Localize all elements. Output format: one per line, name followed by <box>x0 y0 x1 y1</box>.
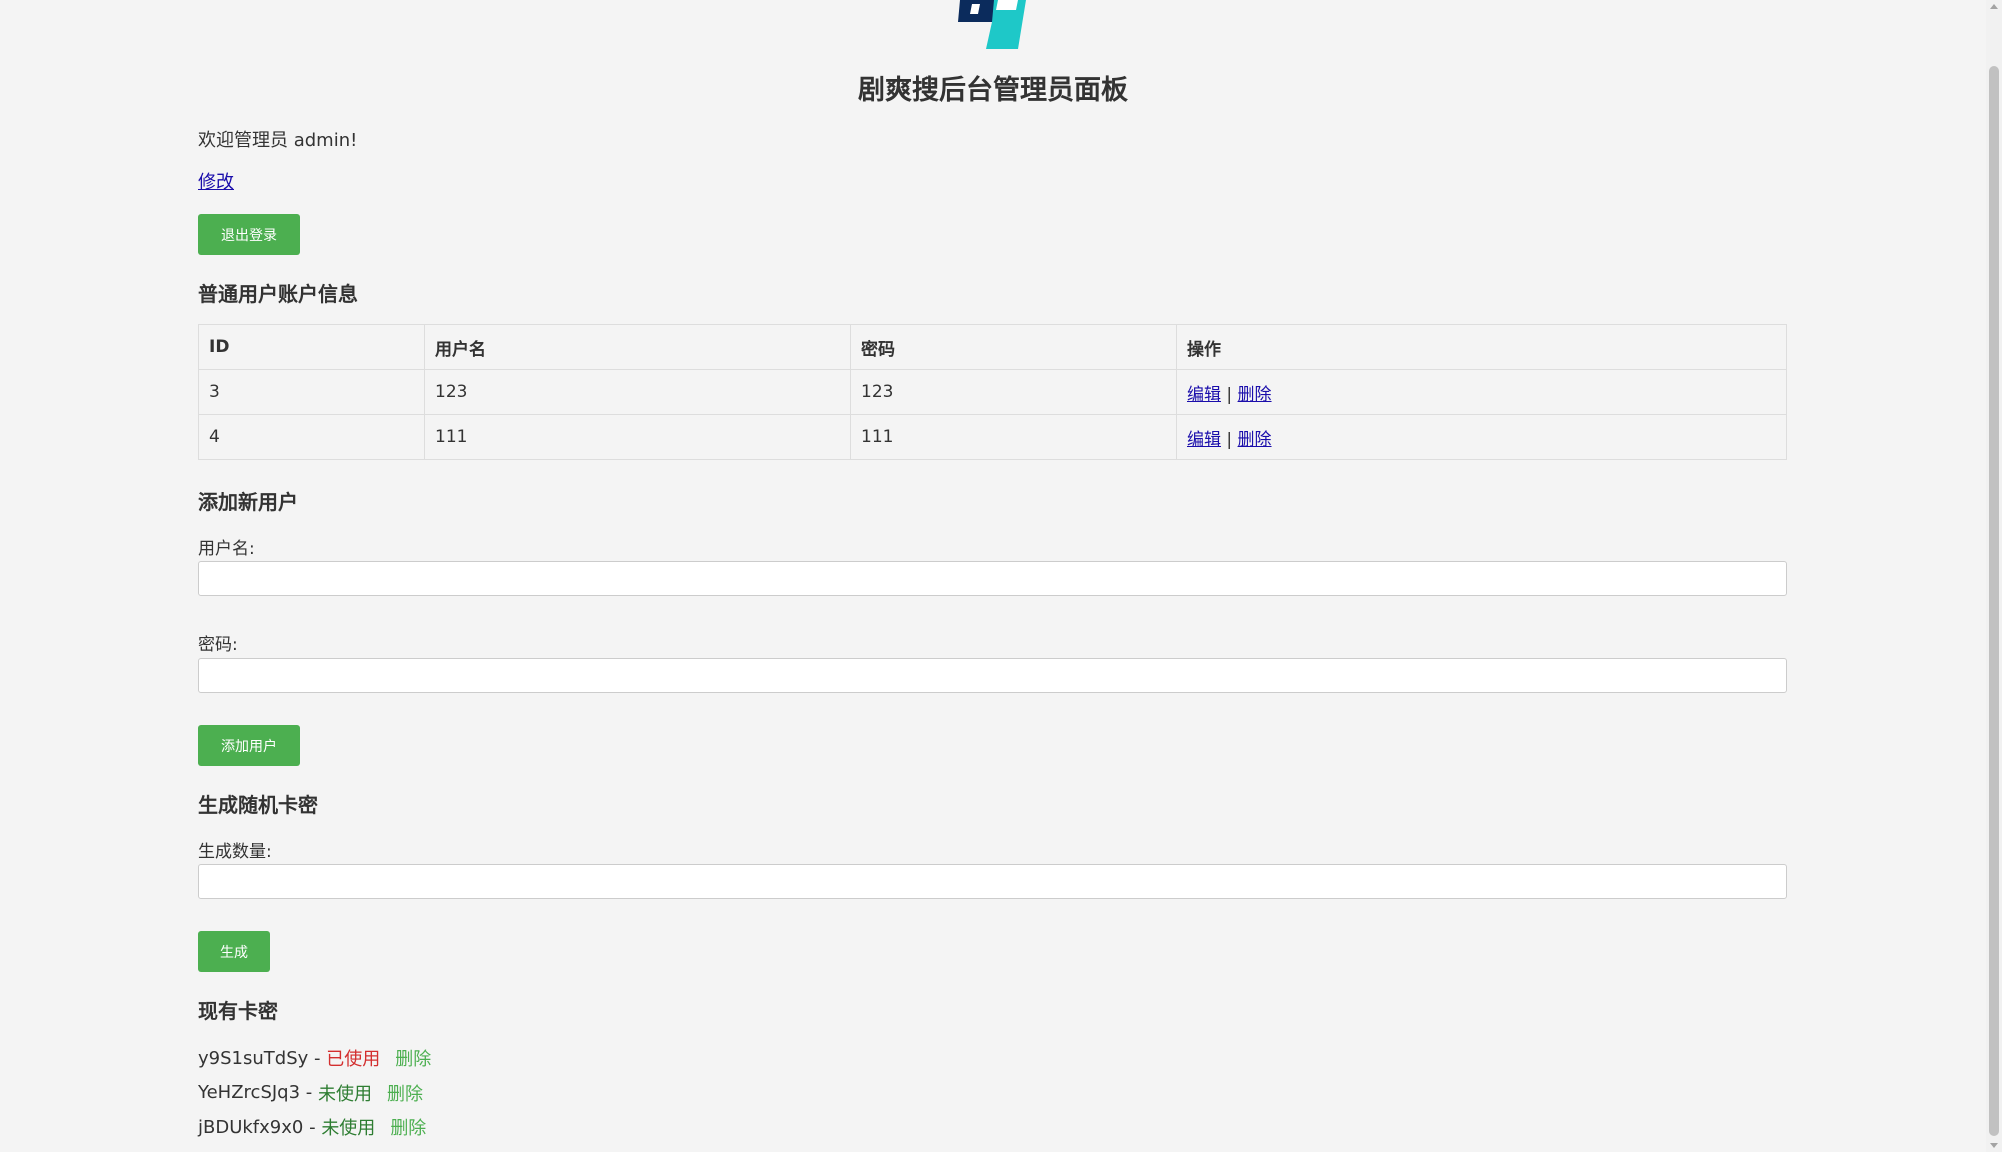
delete-user-link[interactable]: 删除 <box>1238 385 1272 405</box>
cell-id: 4 <box>198 414 425 460</box>
column-header-password: 密码 <box>850 324 1177 370</box>
generate-button[interactable]: 生成 <box>198 931 270 972</box>
card-code: YeHZrcSJq3 <box>198 1082 301 1104</box>
scroll-down-arrow-icon[interactable] <box>1990 1143 1998 1148</box>
column-header-actions: 操作 <box>1176 324 1787 370</box>
delete-card-link[interactable]: 删除 <box>390 1114 426 1140</box>
table-row: 4 111 111 编辑 | 删除 <box>198 414 1787 460</box>
page-title: 剧爽搜后台管理员面板 <box>858 75 1128 106</box>
list-item: y9S1suTdSy - 已使用 删除 <box>198 1041 431 1076</box>
cards-section-title: 现有卡密 <box>198 999 278 1023</box>
table-header-row: ID 用户名 密码 操作 <box>198 324 1787 370</box>
cell-id: 3 <box>198 369 425 415</box>
action-separator: | <box>1226 429 1233 450</box>
users-section-title: 普通用户账户信息 <box>198 282 358 306</box>
add-user-button[interactable]: 添加用户 <box>198 725 300 766</box>
add-user-section-title: 添加新用户 <box>198 490 298 514</box>
cell-username: 111 <box>424 414 851 460</box>
count-input[interactable] <box>198 864 1787 899</box>
edit-user-link[interactable]: 编辑 <box>1187 385 1221 405</box>
table-row: 3 123 123 编辑 | 删除 <box>198 369 1787 415</box>
edit-user-link[interactable]: 编辑 <box>1187 430 1221 450</box>
modify-link[interactable]: 修改 <box>198 168 234 194</box>
card-code: y9S1suTdSy <box>198 1047 309 1069</box>
card-list: y9S1suTdSy - 已使用 删除 YeHZrcSJq3 - 未使用 删除 … <box>198 1041 431 1145</box>
logo-icon <box>958 0 1026 49</box>
card-separator: - <box>300 1082 319 1104</box>
list-item: YeHZrcSJq3 - 未使用 删除 <box>198 1076 431 1111</box>
page: 剧爽搜后台管理员面板 欢迎管理员 admin! 修改 退出登录 普通用户账户信息… <box>0 0 1986 1152</box>
users-table: ID 用户名 密码 操作 3 123 123 编辑 | 删除 4 111 111… <box>198 324 1787 460</box>
username-input[interactable] <box>198 561 1787 596</box>
scroll-up-arrow-icon[interactable] <box>1990 4 1998 9</box>
card-status: 已使用 <box>326 1049 381 1071</box>
welcome-message: 欢迎管理员 admin! <box>198 130 358 151</box>
card-separator: - <box>308 1047 327 1069</box>
cell-username: 123 <box>424 369 851 415</box>
card-separator: - <box>303 1116 322 1138</box>
card-status: 未使用 <box>321 1118 376 1140</box>
delete-card-link[interactable]: 删除 <box>387 1080 423 1106</box>
card-status: 未使用 <box>318 1083 373 1105</box>
action-separator: | <box>1226 384 1233 405</box>
password-label: 密码: <box>198 635 238 655</box>
count-label: 生成数量: <box>198 842 272 862</box>
password-input[interactable] <box>198 658 1787 693</box>
card-code: jBDUkfx9x0 <box>198 1116 304 1138</box>
cell-actions: 编辑 | 删除 <box>1176 414 1787 460</box>
cell-password: 123 <box>850 369 1177 415</box>
list-item: jBDUkfx9x0 - 未使用 删除 <box>198 1110 431 1145</box>
vertical-scrollbar[interactable] <box>1986 0 2002 1152</box>
column-header-username: 用户名 <box>424 324 851 370</box>
column-header-id: ID <box>198 324 425 370</box>
logout-button[interactable]: 退出登录 <box>198 214 300 255</box>
generate-section-title: 生成随机卡密 <box>198 793 318 817</box>
username-label: 用户名: <box>198 539 255 559</box>
cell-actions: 编辑 | 删除 <box>1176 369 1787 415</box>
cell-password: 111 <box>850 414 1177 460</box>
scrollbar-thumb[interactable] <box>1989 66 1999 1136</box>
delete-card-link[interactable]: 删除 <box>395 1045 431 1071</box>
delete-user-link[interactable]: 删除 <box>1238 430 1272 450</box>
